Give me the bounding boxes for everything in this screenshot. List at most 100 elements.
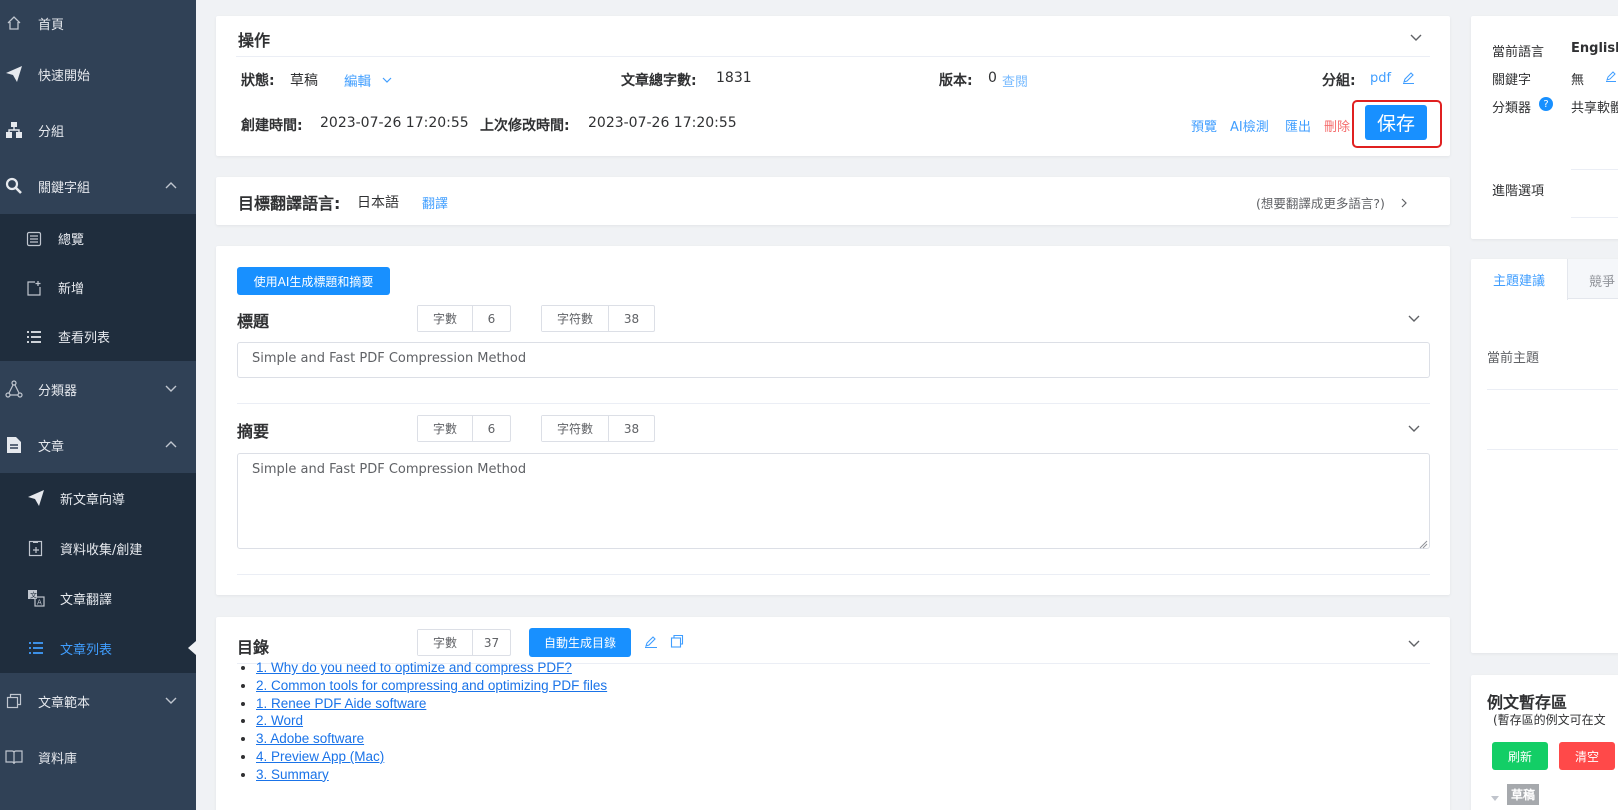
toc-link[interactable]: 2. Common tools for compressing and opti… [256, 678, 607, 693]
book-icon [4, 747, 24, 767]
version-value: 0 [988, 70, 997, 86]
export-button[interactable]: 匯出 [1285, 116, 1311, 135]
edit-pencil-icon[interactable] [644, 634, 658, 652]
delete-button[interactable]: 刪除 [1324, 116, 1350, 135]
svg-text:A: A [37, 599, 42, 607]
toc-link[interactable]: 3. Adobe software [256, 731, 364, 746]
refresh-button[interactable]: 刷新 [1492, 742, 1548, 770]
share-nodes-icon [4, 379, 24, 399]
list-icon [24, 327, 44, 347]
divider [237, 403, 1430, 404]
chevron-down-icon [164, 693, 178, 711]
counter-label: 字符數 [542, 416, 609, 441]
sidebar-item-templates[interactable]: 文章範本 [0, 673, 196, 729]
sidebar-item-label: 新文章向導 [60, 492, 126, 508]
toc-link[interactable]: 1. Renee PDF Aide software [256, 696, 426, 711]
toc-item: 1. Why do you need to optimize and compr… [256, 660, 607, 678]
translate-icon: 文A [26, 588, 46, 608]
tab-topic-suggestions[interactable]: 主題建議 [1471, 259, 1568, 300]
view-version-link[interactable]: 查閱 [1002, 71, 1028, 90]
sidebar-item-article[interactable]: 文章 [0, 417, 196, 473]
sidebar-item-quickstart[interactable]: 快速開始 [0, 46, 196, 102]
sidebar-item-library[interactable]: 資料庫 [0, 729, 196, 785]
chevron-up-icon [164, 178, 178, 196]
sample-storage-title: 例文暫存區 [1487, 693, 1568, 712]
sidebar-item-add[interactable]: 新增 [0, 263, 196, 312]
toc-item: 1. Renee PDF Aide software [256, 696, 607, 714]
tab-competitors[interactable]: 競爭 [1589, 271, 1615, 290]
meta-panel: 當前語言 English 關鍵字 無 分類器 ? 共享軟體 進階選項 [1471, 16, 1618, 239]
topic-panel: 主題建議 競爭 當前主題 [1471, 259, 1618, 653]
sidebar-item-home[interactable]: 首頁 [0, 0, 196, 46]
translation-card: 目標翻譯語言: 日本語 翻譯 (想要翻譯成更多語言?) [216, 177, 1450, 225]
modified-value: 2023-07-26 17:20:55 [588, 115, 737, 131]
toc-link[interactable]: 4. Preview App (Mac) [256, 749, 384, 764]
counter-label: 字數 [418, 306, 473, 331]
clear-button[interactable]: 清空 [1559, 742, 1615, 770]
chevron-down-icon[interactable] [1407, 421, 1421, 439]
toc-link[interactable]: 1. Why do you need to optimize and compr… [256, 660, 572, 675]
chevron-up-icon [164, 437, 178, 455]
sidebar-item-article-list[interactable]: 文章列表 [0, 623, 196, 673]
summary-charcount-counter: 字符數 38 [541, 415, 655, 442]
chevron-down-icon[interactable] [1409, 30, 1423, 48]
summary-textarea[interactable]: Simple and Fast PDF Compression Method [237, 453, 1430, 549]
sidebar-item-classifier[interactable]: 分類器 [0, 361, 196, 417]
chevron-down-icon[interactable] [1407, 636, 1421, 654]
paper-plane-icon [26, 488, 46, 508]
sidebar-item-view-list[interactable]: 查看列表 [0, 312, 196, 361]
sidebar-item-new-article-wizard[interactable]: 新文章向導 [0, 473, 196, 523]
copy-icon [4, 691, 24, 711]
ai-generate-button[interactable]: 使用AI生成標題和摘要 [237, 267, 390, 295]
sidebar-item-label: 資料庫 [38, 751, 78, 767]
sidebar-item-overview[interactable]: 總覽 [0, 214, 196, 263]
resize-handle-icon[interactable] [1419, 538, 1428, 553]
title-input[interactable]: Simple and Fast PDF Compression Method [237, 342, 1430, 378]
operations-title: 操作 [238, 31, 271, 50]
new-doc-icon [24, 278, 44, 298]
status-label: 狀態: [241, 73, 275, 89]
toc-link[interactable]: 3. Summary [256, 767, 329, 782]
toc-link[interactable]: 2. Word [256, 713, 303, 728]
toc-item: 3. Summary [256, 767, 607, 785]
sidebar-item-label: 文章列表 [60, 642, 113, 658]
current-topic-label: 當前主題 [1487, 351, 1540, 366]
target-language: 日本語 [357, 195, 399, 211]
sidebar-item-article-translate[interactable]: 文A 文章翻譯 [0, 573, 196, 623]
toc-item: 2. Word [256, 713, 607, 731]
toc-char-counter: 字數 37 [417, 629, 511, 656]
toc-item: 2. Common tools for compressing and opti… [256, 678, 607, 696]
ai-detect-button[interactable]: AI檢測 [1230, 116, 1269, 135]
modified-label: 上次修改時間: [480, 118, 570, 134]
group-value[interactable]: pdf [1370, 71, 1391, 86]
sidebar-item-groups[interactable]: 分組 [0, 102, 196, 158]
help-icon[interactable]: ? [1539, 97, 1553, 111]
counter-value: 38 [623, 311, 640, 326]
sidebar-item-label: 資料收集/創建 [60, 542, 143, 558]
more-languages-link[interactable]: (想要翻譯成更多語言?) [1256, 193, 1409, 212]
edit-pencil-icon[interactable] [1605, 70, 1617, 86]
paper-plane-icon [4, 64, 24, 84]
auto-generate-toc-button[interactable]: 自動生成目錄 [529, 628, 631, 657]
toc-title: 目錄 [237, 638, 270, 657]
sidebar-item-keywords[interactable]: 關鍵字組 [0, 158, 196, 214]
advanced-options-toggle[interactable]: 進階選項 [1492, 180, 1544, 199]
caret-down-icon[interactable] [1491, 791, 1499, 806]
keyword-submenu: 總覽 新增 查看列表 [0, 214, 196, 361]
classifier-label: 分類器 [1492, 101, 1532, 116]
translate-button[interactable]: 翻譯 [422, 193, 448, 212]
chevron-down-icon[interactable] [1407, 311, 1421, 329]
edit-status-button[interactable]: 編輯 [344, 70, 393, 90]
group-label: 分組: [1322, 73, 1356, 89]
copy-icon[interactable] [670, 634, 684, 652]
edit-pencil-icon[interactable] [1402, 71, 1415, 88]
sidebar-item-data-collection[interactable]: 資料收集/創建 [0, 523, 196, 573]
wordcount-value: 1831 [716, 70, 752, 86]
save-button[interactable]: 保存 [1365, 105, 1427, 140]
current-language-value: English [1571, 41, 1618, 56]
title-char-counter: 字數 6 [417, 305, 511, 332]
divider [1487, 389, 1618, 390]
toc-list: 1. Why do you need to optimize and compr… [256, 660, 607, 785]
org-chart-icon [4, 120, 24, 140]
preview-button[interactable]: 預覽 [1191, 116, 1217, 135]
